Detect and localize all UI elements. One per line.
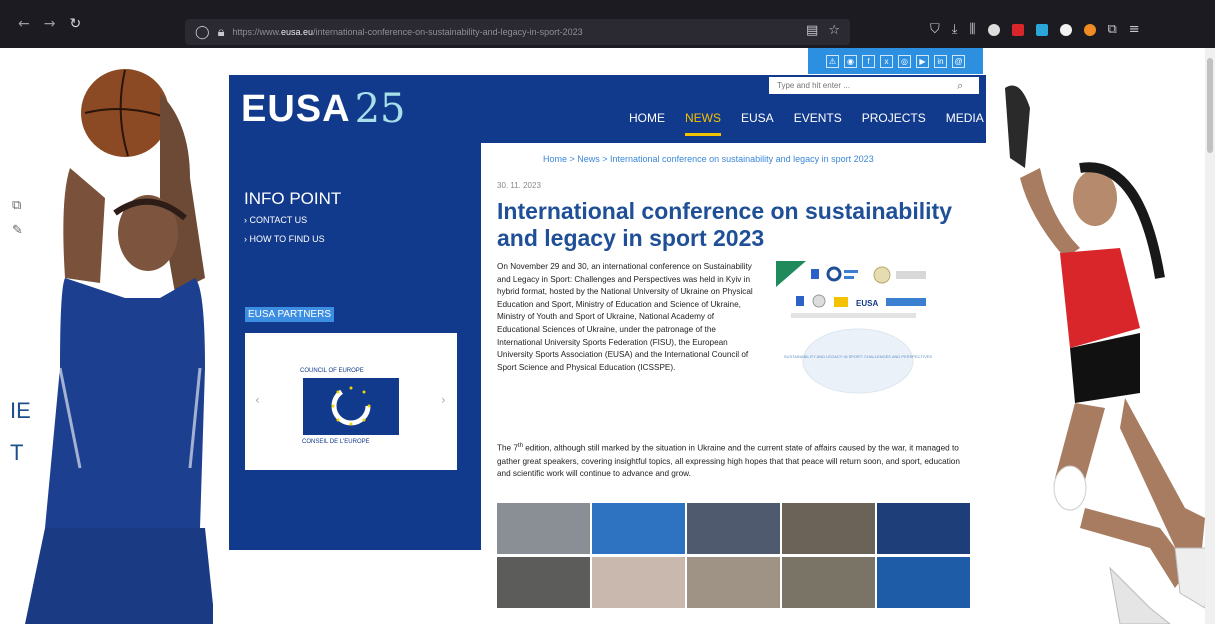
back-icon[interactable]: ← (18, 16, 30, 32)
page-scrollbar[interactable] (1205, 48, 1215, 624)
pencil-icon[interactable]: ✎ (12, 223, 23, 238)
twitter-x-icon[interactable]: x (880, 54, 893, 68)
extension-icon-ghost[interactable] (987, 23, 1000, 36)
site-header: EUSA 25 ⌕ HOME NEWS EUSA EVENTS PROJECTS… (229, 75, 986, 143)
background-volleyball-player (1000, 48, 1215, 624)
partner-name-fr: CONSEIL DE L'EUROPE (302, 439, 370, 445)
photo-5[interactable] (877, 503, 970, 554)
social-links-bar: ⚠ ◉ f x ◎ ▶ in @ (808, 48, 983, 74)
nav-media[interactable]: MEDIA (946, 111, 984, 136)
background-cut-text-1: IE (10, 398, 31, 423)
extension-icon-red[interactable] (1011, 23, 1024, 36)
shield-icon[interactable]: ◯ (195, 25, 210, 40)
reader-view-icon[interactable]: ▤ (806, 23, 818, 38)
linkedin-icon[interactable]: in (934, 54, 947, 68)
instagram-icon[interactable]: ◎ (898, 54, 911, 68)
extensions-puzzle-icon[interactable]: ⧉ (1108, 22, 1117, 37)
forward-icon[interactable]: → (44, 16, 56, 32)
volleyball-player-illustration (1005, 85, 1211, 624)
carousel-prev-icon[interactable]: ‹ (255, 393, 260, 407)
nav-home[interactable]: HOME (629, 111, 665, 136)
photo-4[interactable] (782, 503, 875, 554)
library-icon[interactable]: ⫼ (970, 22, 976, 37)
poster-caption: SUSTAINABILITY AND LEGACY IN SPORT: CHAL… (784, 354, 933, 359)
menu-icon[interactable]: ≡ (1129, 22, 1140, 37)
extensions-toolbar: ⛉ ⤓ ⫼ ⧉ ≡ (930, 22, 1140, 37)
nav-eusa[interactable]: EUSA (741, 111, 774, 136)
facebook-icon[interactable]: f (862, 54, 875, 68)
side-tools: ⧉ ✎ (12, 198, 23, 238)
conference-photo-grid (497, 503, 972, 628)
main-navigation: HOME NEWS EUSA EVENTS PROJECTS MEDIA (629, 111, 984, 136)
youtube-icon[interactable]: ▶ (916, 54, 929, 68)
contact-us-link[interactable]: › CONTACT US (244, 215, 307, 225)
partners-title: EUSA PARTNERS (245, 307, 334, 322)
conference-poster-image: EUSA SUSTAINABILITY AND LEGACY IN SPORT:… (776, 261, 939, 401)
extension-icon-blue[interactable] (1035, 23, 1048, 36)
eusa-logo[interactable]: EUSA 25 (229, 75, 479, 143)
sidebar: INFO POINT › CONTACT US › HOW TO FIND US… (229, 143, 481, 550)
photo-2[interactable] (592, 503, 685, 554)
email-icon[interactable]: @ (952, 54, 965, 68)
navigation-buttons: ← → ↻ (0, 16, 185, 32)
partners-carousel: ‹ COUNCIL OF EUROPE CONSEIL DE L'EUROPE … (245, 333, 457, 470)
browser-toolbar: ← → ↻ ◯ 🔒︎ https://www.eusa.eu/internati… (0, 0, 1215, 48)
nav-events[interactable]: EVENTS (794, 111, 842, 136)
article-date: 30. 11. 2023 (497, 181, 541, 190)
photo-1[interactable] (497, 503, 590, 554)
nav-news[interactable]: NEWS (685, 111, 721, 136)
site-search[interactable]: ⌕ (769, 77, 979, 94)
lock-icon[interactable]: 🔒︎ (218, 25, 225, 40)
carousel-next-icon[interactable]: › (441, 393, 446, 407)
poster-eusa-logo: EUSA (856, 299, 878, 308)
open-external-icon[interactable]: ⧉ (12, 198, 23, 213)
info-point-title: INFO POINT (244, 189, 342, 208)
logo-anniversary: 25 (354, 86, 406, 132)
alert-icon[interactable]: ⚠ (826, 54, 839, 68)
search-icon[interactable]: ⌕ (957, 79, 963, 93)
download-icon[interactable]: ⤓ (952, 22, 958, 37)
page-content: ⚠ ◉ f x ◎ ▶ in @ EUSA 25 ⌕ HOME NEWS EUS… (213, 48, 1003, 624)
how-to-find-us-link[interactable]: › HOW TO FIND US (244, 234, 325, 244)
photo-10[interactable] (877, 557, 970, 608)
extension-icon-orange[interactable] (1083, 23, 1096, 36)
breadcrumb[interactable]: Home > News > International conference o… (543, 154, 874, 164)
council-of-europe-emblem (331, 386, 371, 426)
photo-8[interactable] (687, 557, 780, 608)
photo-6[interactable] (497, 557, 590, 608)
extension-icon-white[interactable] (1059, 23, 1072, 36)
logo-text: EUSA (241, 87, 351, 130)
partner-name-en: COUNCIL OF EUROPE (300, 368, 364, 374)
rss-icon[interactable]: ◉ (844, 54, 857, 68)
poster-graphic: EUSA SUSTAINABILITY AND LEGACY IN SPORT:… (776, 261, 933, 394)
background-cut-text-2: T (10, 440, 24, 465)
article-title: International conference on sustainabili… (497, 198, 952, 251)
background-basketball-player: ⧉ ✎ IE T (0, 48, 215, 624)
search-input[interactable] (777, 81, 957, 90)
address-bar[interactable]: ◯ 🔒︎ https://www.eusa.eu/international-c… (185, 19, 850, 45)
basketball-player-illustration (25, 69, 215, 624)
url-text[interactable]: https://www.eusa.eu/international-confer… (232, 27, 792, 37)
bookmark-star-icon[interactable]: ☆ (828, 23, 840, 38)
photo-3[interactable] (687, 503, 780, 554)
photo-9[interactable] (782, 557, 875, 608)
pocket-icon[interactable]: ⛉ (930, 22, 940, 37)
scrollbar-thumb[interactable] (1207, 58, 1213, 153)
photo-7[interactable] (592, 557, 685, 608)
article-paragraph-2: The 7th edition, although still marked b… (497, 443, 960, 479)
article-paragraph-1: On November 29 and 30, an international … (497, 262, 753, 372)
council-of-europe-logo[interactable] (303, 378, 399, 435)
reload-icon[interactable]: ↻ (69, 16, 81, 32)
nav-projects[interactable]: PROJECTS (862, 111, 926, 136)
